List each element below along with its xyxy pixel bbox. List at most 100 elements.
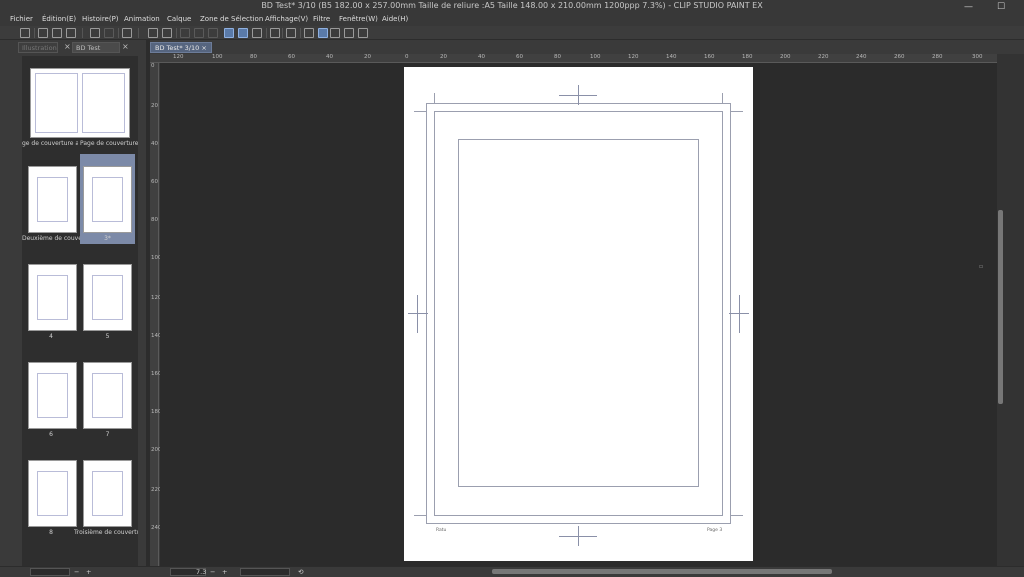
menu-calque[interactable]: Calque: [167, 15, 191, 23]
canvas-marker-icon: ▫: [979, 263, 984, 270]
crop-mark: [414, 515, 426, 516]
toolbar-separator: [118, 28, 119, 38]
zoom-in-button[interactable]: +: [222, 568, 227, 576]
menu-filtre[interactable]: Filtre: [313, 15, 330, 23]
command-bar: [0, 26, 1024, 40]
page-thumbnail[interactable]: [28, 362, 77, 429]
spread-cover: ge de couverture arriè Page de couvertur…: [22, 56, 138, 148]
clip-studio-window: BD Test* 3/10 (B5 182.00 x 257.00mm Tail…: [0, 0, 1024, 577]
ruler-label: 200: [780, 54, 791, 60]
vertical-scrollbar[interactable]: [997, 54, 1024, 566]
crop-mark: [722, 93, 723, 103]
page-label: 8: [49, 529, 53, 536]
page-thumbnail[interactable]: [30, 68, 130, 138]
deselect-icon[interactable]: [208, 28, 218, 38]
frame-border-icon[interactable]: [358, 28, 368, 38]
close-icon[interactable]: ×: [122, 42, 129, 51]
undo-icon[interactable]: [90, 28, 100, 38]
snap-grid-icon[interactable]: [252, 28, 262, 38]
transform-icon[interactable]: [162, 28, 172, 38]
clip-studio-icon[interactable]: [20, 28, 30, 38]
loading-icon[interactable]: [122, 28, 132, 38]
eraser-icon[interactable]: [304, 28, 314, 38]
page-label: 6: [49, 431, 53, 438]
safe-area-frame: [458, 139, 699, 487]
redo-icon[interactable]: [104, 28, 114, 38]
toolbar-separator: [82, 28, 83, 38]
horizontal-scroll-thumb[interactable]: [492, 569, 832, 574]
snap-ruler-icon[interactable]: [224, 28, 234, 38]
horizontal-ruler: 120 100 80 60 40 20 0 20 40 60 80 100 12…: [150, 54, 997, 63]
pen-icon[interactable]: [286, 28, 296, 38]
page-label: 4: [49, 333, 53, 340]
zoom-out-button[interactable]: −: [74, 568, 79, 576]
close-icon[interactable]: ×: [201, 44, 206, 52]
menu-histoire[interactable]: Histoire(P): [82, 15, 119, 23]
canvas-area[interactable]: Ratu Page 3: [160, 63, 997, 566]
ruler-label: 220: [818, 54, 829, 60]
close-icon[interactable]: ×: [64, 42, 71, 51]
menu-zone-selection[interactable]: Zone de Sélection: [200, 15, 263, 23]
crop-icon[interactable]: [194, 28, 204, 38]
page-frame: [37, 177, 68, 222]
ruler-label: 20: [151, 103, 158, 109]
page-frame: [92, 275, 123, 320]
rotate-reset-button[interactable]: ⟲: [298, 568, 303, 576]
page-thumbnail[interactable]: [28, 166, 77, 233]
fill-icon[interactable]: [148, 28, 158, 38]
layer-icon[interactable]: [270, 28, 280, 38]
page-label: ge de couverture arriè: [22, 140, 78, 147]
page-label: Deuxième de couvertu: [22, 235, 80, 242]
rotation-slider[interactable]: [240, 568, 290, 576]
zoom-in-button[interactable]: +: [86, 568, 91, 576]
page-thumbnail[interactable]: [28, 264, 77, 331]
tab-illustration[interactable]: Illustration: [18, 42, 58, 53]
ruler-label: 240: [856, 54, 867, 60]
grid-icon[interactable]: [330, 28, 340, 38]
zoom-out-button[interactable]: −: [210, 568, 215, 576]
page-thumbnail-selected[interactable]: [83, 166, 132, 233]
page-thumbnail[interactable]: [83, 460, 132, 527]
clear-icon[interactable]: [180, 28, 190, 38]
menu-fenetre[interactable]: Fenêtre(W): [339, 15, 378, 23]
tab-bd-test[interactable]: BD Test: [72, 42, 120, 53]
minimize-button[interactable]: —: [964, 1, 973, 13]
page-label: 5: [105, 333, 110, 340]
registration-mark: [417, 295, 418, 333]
open-file-icon[interactable]: [52, 28, 62, 38]
menu-fichier[interactable]: Fichier: [10, 15, 33, 23]
page-number: Page 3: [707, 528, 723, 533]
menu-animation[interactable]: Animation: [124, 15, 160, 23]
snap-special-ruler-icon[interactable]: [238, 28, 248, 38]
navigator-zoom-slider[interactable]: [30, 568, 70, 576]
ruler-label: 100: [590, 54, 601, 60]
vertical-scroll-thumb[interactable]: [998, 210, 1003, 404]
page-footer-left: Ratu: [436, 528, 447, 533]
page-canvas[interactable]: Ratu Page 3: [404, 67, 753, 561]
spread-2-3: Deuxième de couvertu 3*: [22, 154, 138, 246]
crop-frame-icon[interactable]: [344, 28, 354, 38]
ruler-label: 0: [151, 63, 155, 69]
menu-affichage[interactable]: Affichage(V): [265, 15, 308, 23]
ruler-icon[interactable]: [318, 28, 328, 38]
ruler-label: 60: [151, 179, 158, 185]
ruler-label: 40: [326, 54, 333, 60]
menu-edition[interactable]: Édition(E): [42, 15, 76, 23]
page-frame: [37, 471, 68, 516]
page-thumbnail[interactable]: [28, 460, 77, 527]
page-frame: [92, 373, 123, 418]
tab-document[interactable]: BD Test* 3/10 ×: [150, 42, 212, 53]
page-frame: [37, 373, 68, 418]
spread-8-back: 8 Troisième de couvertur: [22, 448, 138, 540]
new-file-icon[interactable]: [38, 28, 48, 38]
maximize-button[interactable]: ☐: [997, 1, 1005, 13]
page-thumbnail[interactable]: [83, 362, 132, 429]
save-icon[interactable]: [66, 28, 76, 38]
title-bar: BD Test* 3/10 (B5 182.00 x 257.00mm Tail…: [0, 0, 1024, 14]
ruler-label: 100: [212, 54, 223, 60]
page-thumbnail[interactable]: [83, 264, 132, 331]
menu-aide[interactable]: Aide(H): [382, 15, 408, 23]
ruler-label: 60: [288, 54, 295, 60]
page-thumbnail-list[interactable]: ge de couverture arriè Page de couvertur…: [22, 56, 138, 566]
registration-mark: [578, 85, 579, 105]
